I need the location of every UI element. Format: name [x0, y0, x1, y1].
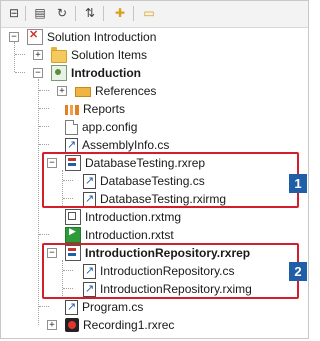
toolbar-separator [25, 6, 26, 21]
highlight-box-2 [42, 243, 299, 299]
tree-line [39, 108, 49, 109]
tree-node-label: app.config [82, 120, 138, 134]
toolbar-separator [75, 6, 76, 21]
tree-node-solution-items[interactable]: Solution Items [51, 46, 147, 64]
csharp-file-icon [65, 137, 78, 153]
tree-node-introduction-rxtst[interactable]: Introduction.rxtst [65, 226, 174, 244]
tree-node-solution[interactable]: Solution Introduction [27, 28, 156, 46]
tree-line [15, 72, 25, 73]
tree-node-label: Introduction.rxtmg [85, 210, 182, 224]
show-all-files-icon[interactable]: ▤ [31, 5, 49, 21]
tree-line [14, 42, 15, 72]
config-file-icon [65, 119, 78, 135]
tree-line [39, 306, 49, 307]
open-folder-icon[interactable]: ▭ [140, 5, 158, 21]
add-item-icon[interactable]: ✚ [111, 5, 129, 21]
tree-line [39, 144, 49, 145]
tree-node-program-cs[interactable]: Program.cs [65, 298, 143, 316]
expand-toggle-icon[interactable]: + [47, 320, 57, 330]
callout-badge-2: 2 [289, 262, 307, 281]
project-icon [51, 65, 67, 81]
tree-node-label: Program.cs [82, 300, 144, 314]
tree-node-label: References [95, 84, 157, 98]
tree-node-label: Solution Items [71, 48, 148, 62]
tree-line [38, 79, 39, 325]
expand-toggle-icon[interactable]: + [57, 86, 67, 96]
recording-icon [65, 318, 79, 332]
tree-node-label: Reports [83, 102, 126, 116]
collapse-toggle-icon[interactable]: − [9, 32, 19, 42]
collapse-all-icon[interactable]: ⊟ [5, 5, 23, 21]
tree-node-introduction-rxtmg[interactable]: Introduction.rxtmg [65, 208, 181, 226]
module-group-icon [65, 209, 81, 225]
references-icon [75, 87, 91, 97]
folder-icon [51, 46, 67, 63]
test-suite-icon [65, 226, 81, 243]
tree-line [39, 234, 49, 235]
sort-icon[interactable]: ⇅ [81, 5, 99, 21]
solution-explorer-toolbar: ⊟ ▤ ↻ ⇅ ✚ ▭ [1, 1, 308, 28]
highlight-box-1 [42, 152, 299, 208]
tree-node-references[interactable]: References [75, 82, 156, 100]
tree-node-label: Introduction [71, 66, 141, 80]
solution-explorer-panel: ⊟ ▤ ↻ ⇅ ✚ ▭ Solution Introduction − [0, 0, 309, 339]
tree-node-recording1-rxrec[interactable]: Recording1.rxrec [65, 316, 174, 334]
reports-icon [65, 105, 79, 115]
tree-node-label: Recording1.rxrec [83, 318, 175, 332]
tree-line [39, 90, 49, 91]
solution-icon [27, 28, 43, 45]
tree-node-reports[interactable]: Reports [65, 100, 125, 118]
tree-node-label: Introduction.rxtst [85, 228, 174, 242]
refresh-icon[interactable]: ↻ [53, 5, 71, 21]
expand-toggle-icon[interactable]: + [33, 50, 43, 60]
callout-badge-1: 1 [289, 174, 307, 193]
collapse-toggle-icon[interactable]: − [33, 68, 43, 78]
tree-line [39, 126, 49, 127]
tree-node-label: Solution Introduction [47, 30, 157, 44]
tree-line [15, 54, 25, 55]
tree-node-app-config[interactable]: app.config [65, 118, 137, 136]
tree-node-project-introduction[interactable]: Introduction [51, 64, 141, 82]
toolbar-separator [103, 6, 104, 21]
csharp-file-icon [65, 299, 78, 315]
toolbar-separator [133, 6, 134, 21]
